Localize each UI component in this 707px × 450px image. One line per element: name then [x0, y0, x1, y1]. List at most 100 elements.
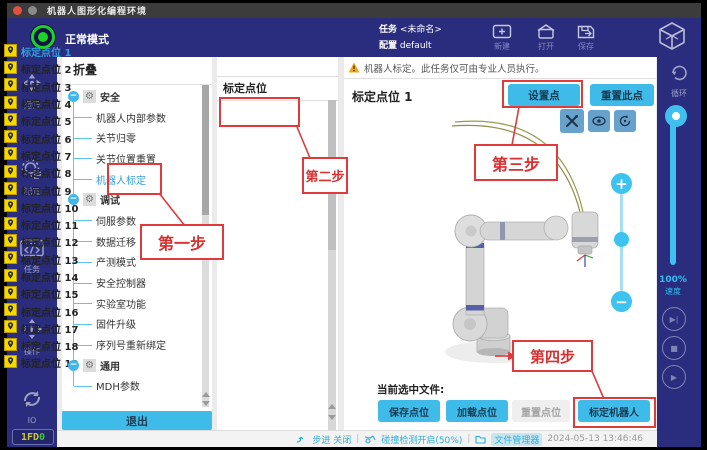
point-item[interactable]: 标定点位 8: [2, 164, 110, 181]
save-file-icon: [576, 23, 596, 40]
zoom-slider-handle[interactable]: [614, 232, 629, 247]
badge-right: 0: [39, 432, 45, 443]
point-pin-icon: [2, 113, 21, 129]
zoom-in-button[interactable]: +: [611, 173, 632, 194]
file-manager-button[interactable]: 文件管理器: [491, 433, 542, 446]
save-task-button[interactable]: 保存: [569, 23, 603, 52]
point-item-label: 标定点位 18: [21, 338, 78, 353]
point-pin-icon: [2, 234, 21, 250]
collapse-icon[interactable]: −: [68, 360, 79, 371]
sidebar-item-io[interactable]: IO: [7, 388, 57, 425]
load-points-button[interactable]: 加载点位: [446, 400, 508, 422]
open-task-button[interactable]: 打开: [529, 23, 563, 52]
play-button[interactable]: ▶: [662, 365, 686, 389]
annotation-box-robot-calibration: [107, 163, 162, 195]
stop-button[interactable]: ■: [662, 336, 686, 360]
collision-detect-icon: [364, 434, 376, 444]
point-item-label: 标定点位 6: [21, 131, 71, 146]
new-task-label: 新建: [494, 42, 510, 51]
collapse-icon[interactable]: −: [68, 91, 79, 102]
window-titlebar: 机器人图形化编程环境: [7, 3, 701, 18]
collision-detect-status[interactable]: 碰撞检测开启(50%): [381, 433, 462, 446]
loop-label: 循环: [657, 88, 701, 99]
point-item-label: 标定点位 11: [21, 217, 78, 232]
point-item[interactable]: 标定点位 16: [2, 302, 110, 319]
loop-icon: [668, 63, 690, 83]
gear-icon: ⚙: [83, 193, 96, 206]
detail-title: 标定点位 1: [352, 88, 413, 105]
annotation-box-set-point: [502, 80, 583, 108]
point-item-label: 标定点位 4: [21, 96, 71, 111]
point-pin-icon: [2, 147, 21, 163]
status-divider: |: [467, 434, 470, 444]
point-item-label: 标定点位 14: [21, 269, 78, 284]
point-item[interactable]: 标定点位 5: [2, 112, 110, 129]
config-row: 配置 default: [379, 38, 432, 51]
gear-icon: ⚙: [83, 90, 96, 103]
point-pin-icon: [2, 338, 21, 354]
annotation-step3: 第三步: [474, 144, 558, 181]
tree-scroll-up-icon[interactable]: [202, 392, 210, 397]
step-mode-status[interactable]: 步进 关闭: [312, 433, 351, 446]
point-item-label: 标定点位 12: [21, 234, 78, 249]
point-item-label: 标定点位 13: [21, 252, 78, 267]
gear-icon: ⚙: [83, 359, 96, 372]
annotation-step1: 第一步: [140, 224, 224, 260]
speed-slider-handle[interactable]: [665, 105, 687, 127]
new-task-button[interactable]: 新建: [485, 23, 519, 52]
status-divider: |: [356, 434, 359, 444]
exit-button[interactable]: 退出: [62, 411, 212, 430]
point-item[interactable]: 标定点位 6: [2, 129, 110, 146]
point-pin-icon: [2, 269, 21, 285]
point-item[interactable]: 标定点位 15: [2, 285, 110, 302]
points-scroll-up-icon[interactable]: [328, 404, 336, 409]
point-item[interactable]: 标定点位 17: [2, 320, 110, 337]
save-task-label: 保存: [578, 42, 594, 51]
app-logo-cube-icon: [657, 21, 687, 51]
points-top-strip: [217, 57, 338, 77]
file-manager-icon: [475, 434, 486, 444]
status-badge: 1FD0: [12, 429, 54, 445]
task-row: 任务 <未命名>: [379, 22, 442, 35]
speed-slider-track[interactable]: [670, 115, 676, 265]
point-item[interactable]: 标定点位 13: [2, 251, 110, 268]
point-pin-icon: [2, 286, 21, 302]
tree-scroll-down-icon[interactable]: [202, 401, 210, 406]
point-item[interactable]: 标定点位 18: [2, 337, 110, 354]
task-value: <未命名>: [400, 25, 442, 35]
warning-bar: 机器人标定。此任务仅可由专业人员执行。: [344, 57, 656, 79]
point-pin-icon: [2, 355, 21, 371]
point-item[interactable]: 标定点位 2: [2, 60, 110, 77]
point-item-label: 标定点位 2: [21, 61, 71, 76]
tree-item[interactable]: MDH参数: [64, 376, 200, 397]
step-forward-button[interactable]: ▶|: [662, 307, 686, 331]
point-item-label: 标定点位 1: [21, 44, 71, 59]
point-item[interactable]: 标定点位 11: [2, 216, 110, 233]
reset-this-point-button[interactable]: 重置此点: [590, 84, 654, 106]
point-pin-icon: [2, 44, 21, 60]
point-item[interactable]: 标定点位 14: [2, 268, 110, 285]
point-item[interactable]: 标定点位 12: [2, 233, 110, 250]
save-points-button[interactable]: 保存点位: [378, 400, 440, 422]
point-pin-icon: [2, 320, 21, 336]
status-datetime: 2024-05-13 13:46:46: [547, 434, 643, 444]
tree-scrollbar-thumb[interactable]: [202, 85, 209, 215]
points-scroll-down-icon[interactable]: [328, 415, 336, 420]
task-label: 任务: [379, 25, 397, 35]
right-sidebar: 循环 100% 速度 ▶| ■ ▶: [657, 57, 701, 447]
close-window-icon[interactable]: [13, 6, 22, 15]
point-item[interactable]: 标定点位 7: [2, 147, 110, 164]
reset-points-button: 重置点位: [512, 400, 570, 422]
config-label: 配置: [379, 41, 397, 51]
open-file-icon: [536, 23, 556, 40]
point-item[interactable]: 标定点位 1: [2, 43, 110, 60]
point-item-label: 标定点位 5: [21, 113, 71, 128]
open-task-label: 打开: [538, 42, 554, 51]
point-pin-icon: [2, 61, 21, 77]
point-pin-icon: [2, 165, 21, 181]
zoom-out-button[interactable]: −: [611, 291, 632, 312]
point-item-label: 标定点位 8: [21, 165, 71, 180]
point-pin-icon: [2, 96, 21, 112]
minimize-window-icon[interactable]: [28, 6, 37, 15]
loop-button[interactable]: 循环: [657, 63, 701, 99]
